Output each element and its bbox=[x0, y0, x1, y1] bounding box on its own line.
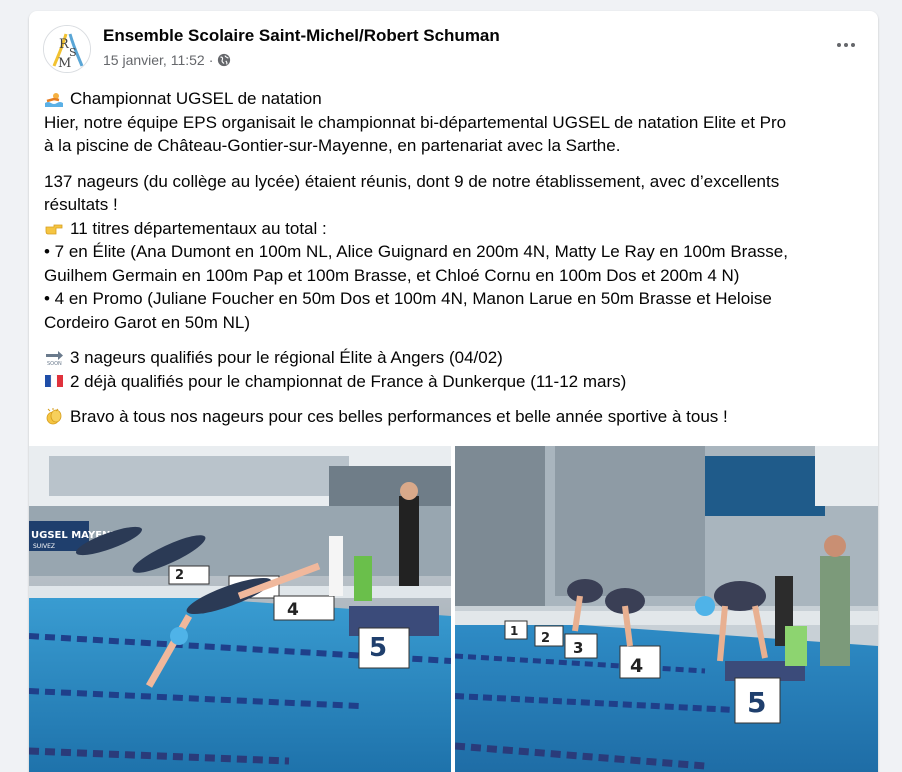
text-line: Bravo à tous nos nageurs pour ces belles… bbox=[44, 405, 864, 429]
more-dot bbox=[851, 43, 855, 47]
post-header: R S M Ensemble Scolaire Saint-Michel/Rob… bbox=[43, 23, 864, 75]
meta-separator: · bbox=[208, 52, 214, 68]
paragraph-1: Championnat UGSEL de natation Hier, notr… bbox=[44, 87, 864, 158]
banner-subtext: SUIVEZ bbox=[33, 543, 55, 550]
post-timestamp[interactable]: 15 janvier, 11:52 bbox=[103, 52, 205, 68]
swimmer-emoji-icon bbox=[45, 93, 63, 107]
post-title-text: Championnat UGSEL de natation bbox=[70, 89, 322, 108]
text-line: SOON 3 nageurs qualifiés pour le régiona… bbox=[44, 346, 864, 370]
text-line: • 7 en Élite (Ana Dumont en 100m NL, Ali… bbox=[44, 242, 788, 261]
block-number: 1 bbox=[510, 624, 518, 638]
text-line: 137 nageurs (du collège au lycée) étaien… bbox=[44, 171, 780, 191]
titles-count-text: 11 titres départementaux au total : bbox=[70, 218, 327, 238]
text-line: Guilhem Germain en 100m Pap et 100m Bras… bbox=[44, 265, 740, 285]
text-line: • 4 en Promo (Juliane Foucher en 50m Dos… bbox=[44, 289, 772, 308]
pool-photo-right: 1 2 3 4 5 bbox=[455, 446, 878, 772]
globe-icon[interactable] bbox=[217, 53, 231, 67]
france-flag-emoji-icon bbox=[45, 374, 63, 387]
text-line: à la piscine de Château-Gontier-sur-Maye… bbox=[44, 136, 621, 155]
block-number: 4 bbox=[287, 600, 299, 620]
block-number: 3 bbox=[573, 639, 583, 657]
paragraph-2: 137 nageurs (du collège au lycée) étaien… bbox=[44, 170, 864, 335]
avatar-letter-m: M bbox=[58, 56, 71, 71]
text-line: Hier, notre équipe EPS organisait le cha… bbox=[44, 112, 787, 132]
paragraph-4: Bravo à tous nos nageurs pour ces belles… bbox=[44, 405, 864, 429]
more-options-icon bbox=[837, 43, 841, 47]
more-dot bbox=[844, 43, 848, 47]
post-card: R S M Ensemble Scolaire Saint-Michel/Rob… bbox=[29, 11, 878, 772]
block-number: 2 bbox=[541, 631, 550, 646]
school-logo-icon: R S M bbox=[44, 26, 90, 72]
post-meta: 15 janvier, 11:52 · bbox=[103, 52, 231, 68]
text-line: 11 titres départementaux au total : bbox=[44, 217, 864, 241]
photo-left-diving-start[interactable]: UGSEL MAYENNE SUIVEZ 2 3 4 5 bbox=[29, 446, 451, 772]
more-options-button[interactable] bbox=[828, 27, 864, 63]
text-line: 2 déjà qualifiés pour le championnat de … bbox=[44, 370, 864, 394]
block-number: 5 bbox=[747, 686, 766, 719]
paragraph-3: SOON 3 nageurs qualifiés pour le régiona… bbox=[44, 346, 864, 393]
photo-grid: UGSEL MAYENNE SUIVEZ 2 3 4 5 bbox=[29, 446, 878, 772]
block-number: 5 bbox=[369, 633, 387, 663]
text-line: Championnat UGSEL de natation bbox=[44, 87, 864, 111]
bravo-text: Bravo à tous nos nageurs pour ces belles… bbox=[70, 407, 728, 426]
avatar[interactable]: R S M bbox=[43, 25, 91, 73]
text-line: Cordeiro Garot en 50m NL) bbox=[44, 312, 250, 332]
pool-photo-left: UGSEL MAYENNE SUIVEZ 2 3 4 5 bbox=[29, 446, 451, 772]
clapping-hands-emoji-icon bbox=[46, 408, 62, 425]
block-number: 4 bbox=[630, 655, 643, 677]
text-line: résultats ! bbox=[44, 195, 118, 214]
regional-qualified-text: 3 nageurs qualifiés pour le régional Éli… bbox=[70, 348, 503, 367]
block-number: 2 bbox=[175, 568, 184, 583]
post-message: Championnat UGSEL de natation Hier, notr… bbox=[44, 87, 864, 441]
france-qualified-text: 2 déjà qualifiés pour le championnat de … bbox=[70, 371, 627, 391]
svg-text:SOON: SOON bbox=[47, 361, 62, 366]
soon-arrow-emoji-icon: SOON bbox=[46, 351, 63, 366]
page-name-link[interactable]: Ensemble Scolaire Saint-Michel/Robert Sc… bbox=[103, 26, 500, 46]
photo-right-start-blocks[interactable]: 1 2 3 4 5 bbox=[455, 446, 878, 772]
pointing-hand-emoji-icon bbox=[45, 224, 63, 234]
